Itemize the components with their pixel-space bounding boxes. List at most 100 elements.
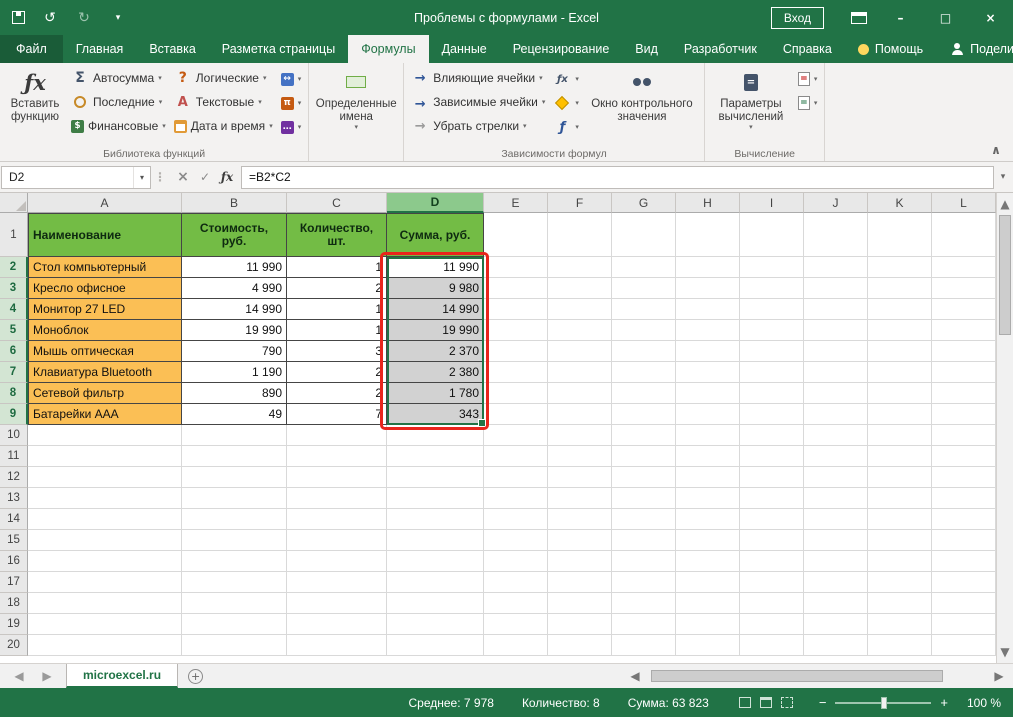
cell-a1[interactable]: Наименование (28, 213, 182, 257)
cell-j14[interactable] (804, 509, 868, 530)
insert-function-button[interactable]: Вставить функцию (3, 65, 67, 128)
tab-formulas[interactable]: Формулы (348, 35, 428, 63)
cell-g1[interactable] (612, 213, 676, 257)
cell-e3[interactable] (484, 278, 548, 299)
cell-e20[interactable] (484, 635, 548, 656)
cell-j9[interactable] (804, 404, 868, 425)
cell-b15[interactable] (182, 530, 287, 551)
cell-d20[interactable] (387, 635, 484, 656)
cell-f1[interactable] (548, 213, 612, 257)
cell-b18[interactable] (182, 593, 287, 614)
cell-g6[interactable] (612, 341, 676, 362)
cell-j11[interactable] (804, 446, 868, 467)
cell-b14[interactable] (182, 509, 287, 530)
more-functions-button[interactable]: ▾ (277, 116, 306, 138)
row-header-19[interactable]: 19 (0, 614, 28, 635)
calculation-options-button[interactable]: Параметры вычислений ▾ (708, 65, 794, 135)
evaluate-formula-button[interactable]: ▾ (549, 116, 583, 138)
row-header-2[interactable]: 2 (0, 257, 28, 278)
cell-c6[interactable]: 3 (287, 341, 387, 362)
cell-i2[interactable] (740, 257, 804, 278)
cell-d16[interactable] (387, 551, 484, 572)
remove-arrows-button[interactable]: Убрать стрелки▾ (407, 115, 549, 137)
cell-a14[interactable] (28, 509, 182, 530)
text-button[interactable]: Текстовые▾ (170, 91, 277, 113)
tab-data[interactable]: Данные (429, 35, 500, 63)
cell-b17[interactable] (182, 572, 287, 593)
cell-e14[interactable] (484, 509, 548, 530)
cell-e8[interactable] (484, 383, 548, 404)
cell-i10[interactable] (740, 425, 804, 446)
minimize-button[interactable] (878, 0, 923, 35)
column-header-a[interactable]: A (28, 193, 182, 213)
cell-a8[interactable]: Сетевой фильтр (28, 383, 182, 404)
tell-me-button[interactable]: Помощь (845, 35, 936, 63)
cell-k7[interactable] (868, 362, 932, 383)
row-header-8[interactable]: 8 (0, 383, 28, 404)
cell-b5[interactable]: 19 990 (182, 320, 287, 341)
cell-b13[interactable] (182, 488, 287, 509)
cell-f19[interactable] (548, 614, 612, 635)
cell-c8[interactable]: 2 (287, 383, 387, 404)
zoom-slider[interactable] (835, 702, 931, 704)
cell-j8[interactable] (804, 383, 868, 404)
column-header-k[interactable]: K (868, 193, 932, 213)
cell-f3[interactable] (548, 278, 612, 299)
tab-page-layout[interactable]: Разметка страницы (209, 35, 348, 63)
cell-b19[interactable] (182, 614, 287, 635)
cell-j15[interactable] (804, 530, 868, 551)
cell-k6[interactable] (868, 341, 932, 362)
cell-c17[interactable] (287, 572, 387, 593)
cell-c13[interactable] (287, 488, 387, 509)
horizontal-scroll-thumb[interactable] (651, 670, 943, 682)
cell-c11[interactable] (287, 446, 387, 467)
tab-file[interactable]: Файл (0, 35, 63, 63)
cell-j4[interactable] (804, 299, 868, 320)
cell-f6[interactable] (548, 341, 612, 362)
cell-k8[interactable] (868, 383, 932, 404)
tab-review[interactable]: Рецензирование (500, 35, 623, 63)
cell-d17[interactable] (387, 572, 484, 593)
cell-j7[interactable] (804, 362, 868, 383)
zoom-out-icon[interactable]: − (819, 695, 827, 710)
cell-b20[interactable] (182, 635, 287, 656)
cell-c15[interactable] (287, 530, 387, 551)
cell-g11[interactable] (612, 446, 676, 467)
tab-view[interactable]: Вид (622, 35, 671, 63)
cell-k17[interactable] (868, 572, 932, 593)
cell-i8[interactable] (740, 383, 804, 404)
cell-k12[interactable] (868, 467, 932, 488)
zoom-in-icon[interactable]: + (940, 695, 948, 710)
cell-h2[interactable] (676, 257, 740, 278)
cell-l9[interactable] (932, 404, 996, 425)
cell-d3[interactable]: 9 980 (387, 278, 484, 299)
cell-a17[interactable] (28, 572, 182, 593)
column-header-d[interactable]: D (387, 193, 484, 213)
cell-c12[interactable] (287, 467, 387, 488)
column-header-c[interactable]: C (287, 193, 387, 213)
cell-i1[interactable] (740, 213, 804, 257)
cell-g3[interactable] (612, 278, 676, 299)
cell-j3[interactable] (804, 278, 868, 299)
logical-button[interactable]: Логические▾ (170, 67, 277, 89)
cell-k18[interactable] (868, 593, 932, 614)
cell-f12[interactable] (548, 467, 612, 488)
column-header-b[interactable]: B (182, 193, 287, 213)
cell-l13[interactable] (932, 488, 996, 509)
row-header-15[interactable]: 15 (0, 530, 28, 551)
zoom-percentage[interactable]: 100 % (957, 696, 1001, 710)
cell-j1[interactable] (804, 213, 868, 257)
cell-a13[interactable] (28, 488, 182, 509)
add-sheet-button[interactable] (178, 664, 213, 688)
cell-e13[interactable] (484, 488, 548, 509)
cell-c20[interactable] (287, 635, 387, 656)
cell-a4[interactable]: Монитор 27 LED (28, 299, 182, 320)
cell-a15[interactable] (28, 530, 182, 551)
row-header-18[interactable]: 18 (0, 593, 28, 614)
vertical-scrollbar[interactable] (996, 193, 1013, 663)
cell-g15[interactable] (612, 530, 676, 551)
defined-names-button[interactable]: Определенные имена ▾ (312, 65, 400, 135)
name-box[interactable]: D2 (1, 166, 151, 189)
cell-d15[interactable] (387, 530, 484, 551)
cell-i15[interactable] (740, 530, 804, 551)
